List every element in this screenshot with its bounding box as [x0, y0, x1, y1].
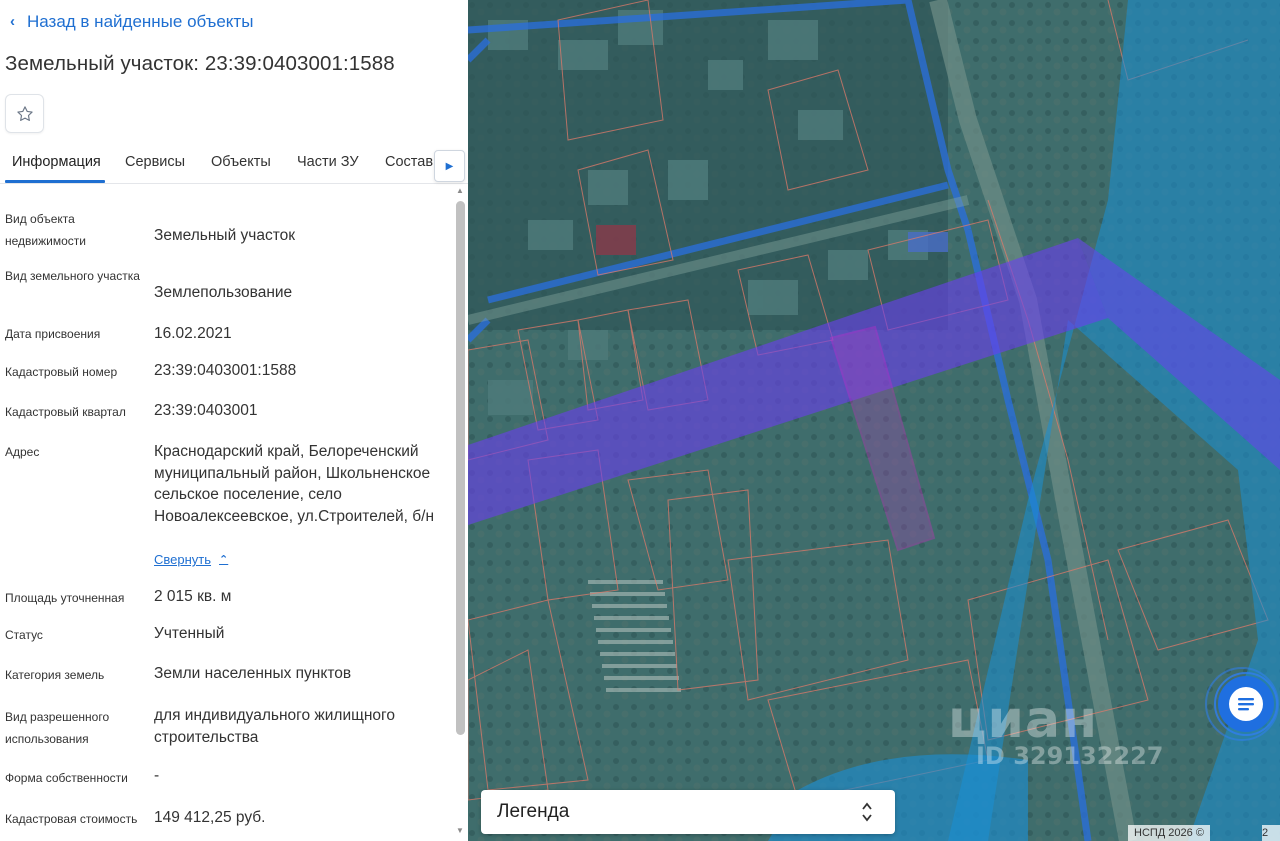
- detail-label: Категория земель: [5, 668, 105, 682]
- detail-value: Землепользование: [154, 284, 293, 301]
- back-to-results-link[interactable]: ‹ Назад в найденные объекты: [10, 12, 253, 32]
- info-panel: ‹ Назад в найденные объекты Земельный уч…: [0, 0, 468, 841]
- chevron-up-down-icon: [862, 802, 872, 822]
- detail-label: Вид разрешенного использования: [5, 710, 110, 746]
- detail-label: Площадь уточненная: [5, 591, 125, 605]
- tabs-scroll-right-button[interactable]: ▶: [434, 150, 465, 182]
- detail-label: Форма собственности: [5, 771, 128, 785]
- favorite-button[interactable]: [5, 94, 44, 133]
- tab-bar: Информация Сервисы Объекты Части ЗУ Сост…: [0, 146, 468, 184]
- star-outline-icon: [16, 105, 33, 121]
- detail-label: Дата присвоения: [5, 327, 101, 341]
- map-attribution[interactable]: НСПД 2026 ©: [1128, 825, 1210, 841]
- tab-services[interactable]: Сервисы: [125, 154, 185, 170]
- detail-label: Вид объекта недвижимости: [5, 212, 86, 248]
- detail-value: 149 412,25 руб.: [154, 809, 266, 826]
- detail-value: Земельный участок: [154, 227, 296, 244]
- active-tab-indicator: [5, 180, 105, 183]
- legend-dropdown[interactable]: Легенда: [481, 790, 895, 834]
- detail-value: -: [154, 767, 160, 784]
- map-scale: 2: [1262, 825, 1280, 841]
- detail-label: Кадастровая стоимость: [5, 812, 138, 826]
- address-collapse-link[interactable]: Свернуть ⌃: [154, 552, 228, 567]
- detail-value: Земли населенных пунктов: [154, 665, 352, 682]
- detail-label: Статус: [5, 628, 43, 642]
- scroll-down-arrow-icon[interactable]: ▼: [456, 826, 464, 835]
- satellite-map[interactable]: [468, 0, 1280, 841]
- collapse-link-label: Свернуть: [154, 552, 212, 567]
- details-list: Вид объекта недвижимости Земельный участ…: [0, 188, 455, 841]
- detail-value: 2 015 кв. м: [154, 588, 232, 605]
- triangle-right-icon: ▶: [445, 160, 454, 172]
- chevron-left-icon: ‹: [10, 12, 15, 30]
- scrollbar-thumb[interactable]: [456, 201, 465, 735]
- tab-composition[interactable]: Состав: [385, 154, 433, 170]
- detail-label: Вид земельного участка: [5, 269, 140, 283]
- detail-value: для индивидуального жилищного строительс…: [154, 707, 395, 746]
- chat-button[interactable]: [1204, 666, 1280, 742]
- legend-label: Легенда: [497, 801, 570, 822]
- detail-value: Краснодарский край, Белореченский муници…: [154, 443, 435, 525]
- detail-value: 16.02.2021: [154, 325, 232, 342]
- back-link-label: Назад в найденные объекты: [27, 12, 254, 31]
- tab-parts[interactable]: Части ЗУ: [297, 154, 359, 170]
- detail-value: 23:39:0403001: [154, 402, 258, 419]
- chat-bubble-icon: [1205, 667, 1279, 741]
- chevron-up-icon: ⌃: [219, 554, 229, 566]
- detail-value: 23:39:0403001:1588: [154, 362, 297, 379]
- page-title: Земельный участок: 23:39:0403001:1588: [5, 52, 395, 75]
- scroll-up-arrow-icon[interactable]: ▲: [456, 186, 464, 195]
- detail-label: Кадастровый номер: [5, 365, 118, 379]
- detail-label: Адрес: [5, 445, 40, 459]
- detail-value: Учтенный: [154, 625, 225, 642]
- map-view[interactable]: циан ID 329132227: [468, 0, 1280, 841]
- tab-information[interactable]: Информация: [12, 154, 101, 170]
- tab-objects[interactable]: Объекты: [211, 154, 271, 170]
- detail-label: Кадастровый квартал: [5, 405, 126, 419]
